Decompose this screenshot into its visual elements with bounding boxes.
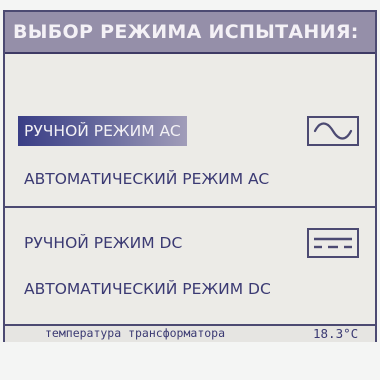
menu-item-manual-dc[interactable]: РУЧНОЙ РЕЖИМ DC [18, 228, 188, 258]
menu-item-label: РУЧНОЙ РЕЖИМ DC [24, 234, 183, 252]
menu-item-label: РУЧНОЙ РЕЖИМ AC [24, 122, 181, 140]
dc-symbol-icon [307, 228, 359, 258]
menu-item-label: АВТОМАТИЧЕСКИЙ РЕЖИМ AC [24, 170, 270, 188]
page-title: ВЫБОР РЕЖИМА ИСПЫТАНИЯ: [13, 21, 359, 43]
menu-item-manual-ac[interactable]: РУЧНОЙ РЕЖИМ AC [18, 116, 187, 146]
status-bar: температура трансформатора 18.3°C [5, 324, 375, 342]
ac-mode-section: РУЧНОЙ РЕЖИМ AC АВТОМАТИЧЕСКИЙ РЕЖИМ AC [5, 54, 375, 208]
dc-mode-section: РУЧНОЙ РЕЖИМ DC АВТОМАТИЧЕСКИЙ РЕЖИМ DC [5, 210, 375, 324]
header: ВЫБОР РЕЖИМА ИСПЫТАНИЯ: [5, 12, 375, 54]
menu-item-auto-ac[interactable]: АВТОМАТИЧЕСКИЙ РЕЖИМ AC [18, 164, 275, 194]
lcd-screen: ВЫБОР РЕЖИМА ИСПЫТАНИЯ: РУЧНОЙ РЕЖИМ AC … [3, 10, 377, 342]
menu-item-label: АВТОМАТИЧЕСКИЙ РЕЖИМ DC [24, 280, 271, 298]
sine-wave-icon [307, 116, 359, 146]
transformer-temperature-label: температура трансформатора [45, 326, 226, 340]
menu-item-auto-dc[interactable]: АВТОМАТИЧЕСКИЙ РЕЖИМ DC [18, 274, 277, 304]
transformer-temperature-value: 18.3°C [313, 326, 359, 341]
